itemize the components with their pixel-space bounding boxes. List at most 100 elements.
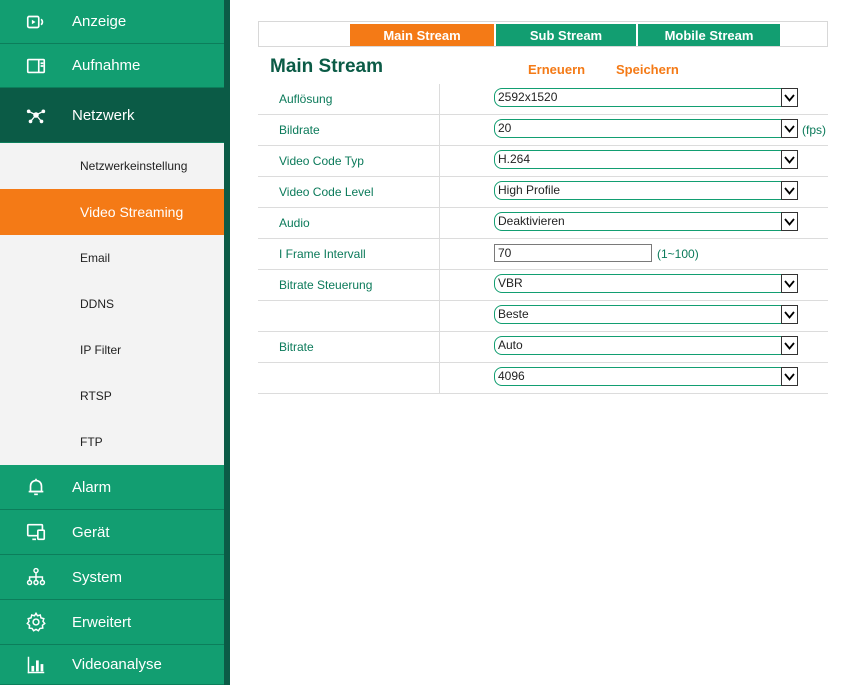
bitrate-value-select[interactable]: 4096	[494, 367, 798, 386]
device-icon	[24, 520, 48, 544]
codec-level-select[interactable]: High Profile	[494, 181, 798, 200]
form-row-codec-type: Video Code Typ H.264	[258, 146, 828, 177]
column-divider	[439, 208, 440, 238]
sidebar-item-ftp[interactable]: FTP	[0, 419, 224, 465]
chevron-down-icon[interactable]	[781, 336, 798, 355]
form-row-iframe: I Frame Intervall (1~100)	[258, 239, 828, 270]
bitrate-control-label: Bitrate Steuerung	[279, 278, 373, 292]
nav-label: Netzwerk	[72, 106, 135, 124]
nav-videoanalyse[interactable]: Videoanalyse	[0, 645, 224, 685]
column-divider	[439, 115, 440, 145]
page-title: Main Stream	[270, 56, 383, 77]
iframe-range: (1~100)	[657, 247, 699, 261]
sidebar-item-email[interactable]: Email	[0, 235, 224, 281]
nav-geraet[interactable]: Gerät	[0, 510, 224, 555]
column-divider	[439, 270, 440, 300]
network-icon	[24, 103, 48, 127]
audio-select[interactable]: Deaktivieren	[494, 212, 798, 231]
select-value: 20	[498, 121, 512, 135]
framerate-label: Bildrate	[279, 123, 320, 137]
column-divider	[439, 177, 440, 207]
form-row-framerate: Bildrate 20 (fps)	[258, 115, 828, 146]
select-value: 4096	[498, 369, 525, 383]
sub-label: RTSP	[80, 389, 112, 403]
nav-label: Alarm	[72, 478, 112, 496]
codec-level-label: Video Code Level	[279, 185, 374, 199]
sub-label: IP Filter	[80, 343, 122, 357]
audio-label: Audio	[279, 216, 310, 230]
bitrate-label: Bitrate	[279, 340, 314, 354]
bell-icon	[24, 475, 48, 499]
form-row-quality: Beste	[258, 301, 828, 332]
chevron-down-icon[interactable]	[781, 88, 798, 107]
nav-anzeige[interactable]: Anzeige	[0, 0, 224, 44]
nav-label: Videoanalyse	[72, 656, 162, 673]
folder-icon	[24, 54, 48, 78]
select-value: Auto	[498, 338, 523, 352]
select-value: High Profile	[498, 183, 561, 197]
sidebar-item-ddns[interactable]: DDNS	[0, 281, 224, 327]
chevron-down-icon[interactable]	[781, 305, 798, 324]
sub-label: Video Streaming	[80, 204, 184, 220]
tab-mobile-stream[interactable]: Mobile Stream	[638, 24, 780, 46]
resolution-select[interactable]: 2592x1520	[494, 88, 798, 107]
nav-erweitert[interactable]: Erweitert	[0, 600, 224, 645]
nav-label: Aufnahme	[72, 57, 141, 74]
form-row-bitrate-control: Bitrate Steuerung VBR	[258, 270, 828, 301]
form-row-audio: Audio Deaktivieren	[258, 208, 828, 239]
nav-label: Anzeige	[72, 13, 127, 30]
sub-label: DDNS	[80, 297, 115, 311]
column-divider	[439, 239, 440, 269]
bar-chart-icon	[24, 653, 48, 677]
chevron-down-icon[interactable]	[781, 181, 798, 200]
sidebar: Anzeige Aufnahme Netzwerk Netzwerkeinste…	[0, 0, 230, 685]
sub-label: Netzwerkeinstellung	[80, 159, 188, 173]
nav-system[interactable]: System	[0, 555, 224, 600]
sub-label: Email	[80, 251, 111, 265]
nav-aufnahme[interactable]: Aufnahme	[0, 44, 224, 88]
column-divider	[439, 363, 440, 393]
nav-netzwerk[interactable]: Netzwerk	[0, 88, 224, 143]
select-value: Deaktivieren	[498, 214, 565, 228]
sub-label: FTP	[80, 435, 103, 449]
chevron-down-icon[interactable]	[781, 274, 798, 293]
header-row: Main Stream Erneuern Speichern	[258, 54, 828, 84]
refresh-button[interactable]: Erneuern	[528, 62, 585, 77]
codec-type-select[interactable]: H.264	[494, 150, 798, 169]
form-row-bitrate: Bitrate Auto	[258, 332, 828, 363]
bitrate-control-select[interactable]: VBR	[494, 274, 798, 293]
column-divider	[439, 84, 440, 114]
sidebar-item-netzwerkeinstellung[interactable]: Netzwerkeinstellung	[0, 143, 224, 189]
sidebar-item-rtsp[interactable]: RTSP	[0, 373, 224, 419]
iframe-label: I Frame Intervall	[279, 247, 366, 261]
select-value: 2592x1520	[498, 90, 558, 104]
chevron-down-icon[interactable]	[781, 119, 798, 138]
chevron-down-icon[interactable]	[781, 150, 798, 169]
tab-sub-stream[interactable]: Sub Stream	[496, 24, 636, 46]
select-value: Beste	[498, 307, 529, 321]
select-value: H.264	[498, 152, 531, 166]
framerate-select[interactable]: 20	[494, 119, 798, 138]
play-screen-icon	[24, 10, 48, 34]
sidebar-item-ip-filter[interactable]: IP Filter	[0, 327, 224, 373]
select-value: VBR	[498, 276, 523, 290]
save-button[interactable]: Speichern	[616, 62, 679, 77]
chevron-down-icon[interactable]	[781, 367, 798, 386]
nav-alarm[interactable]: Alarm	[0, 465, 224, 510]
nav-label: Erweitert	[72, 613, 132, 631]
quality-select[interactable]: Beste	[494, 305, 798, 324]
framerate-unit: (fps)	[802, 123, 826, 137]
nav-label: Gerät	[72, 523, 110, 541]
iframe-input[interactable]	[494, 244, 652, 262]
chevron-down-icon[interactable]	[781, 212, 798, 231]
column-divider	[439, 332, 440, 362]
form-row-resolution: Auflösung 2592x1520	[258, 84, 828, 115]
tab-main-stream[interactable]: Main Stream	[350, 24, 494, 46]
gear-icon	[24, 610, 48, 634]
sidebar-item-video-streaming[interactable]: Video Streaming	[0, 189, 224, 235]
resolution-label: Auflösung	[279, 92, 333, 106]
hierarchy-icon	[24, 565, 48, 589]
stream-tabs: Main Stream Sub Stream Mobile Stream	[258, 21, 828, 47]
column-divider	[439, 146, 440, 176]
bitrate-mode-select[interactable]: Auto	[494, 336, 798, 355]
